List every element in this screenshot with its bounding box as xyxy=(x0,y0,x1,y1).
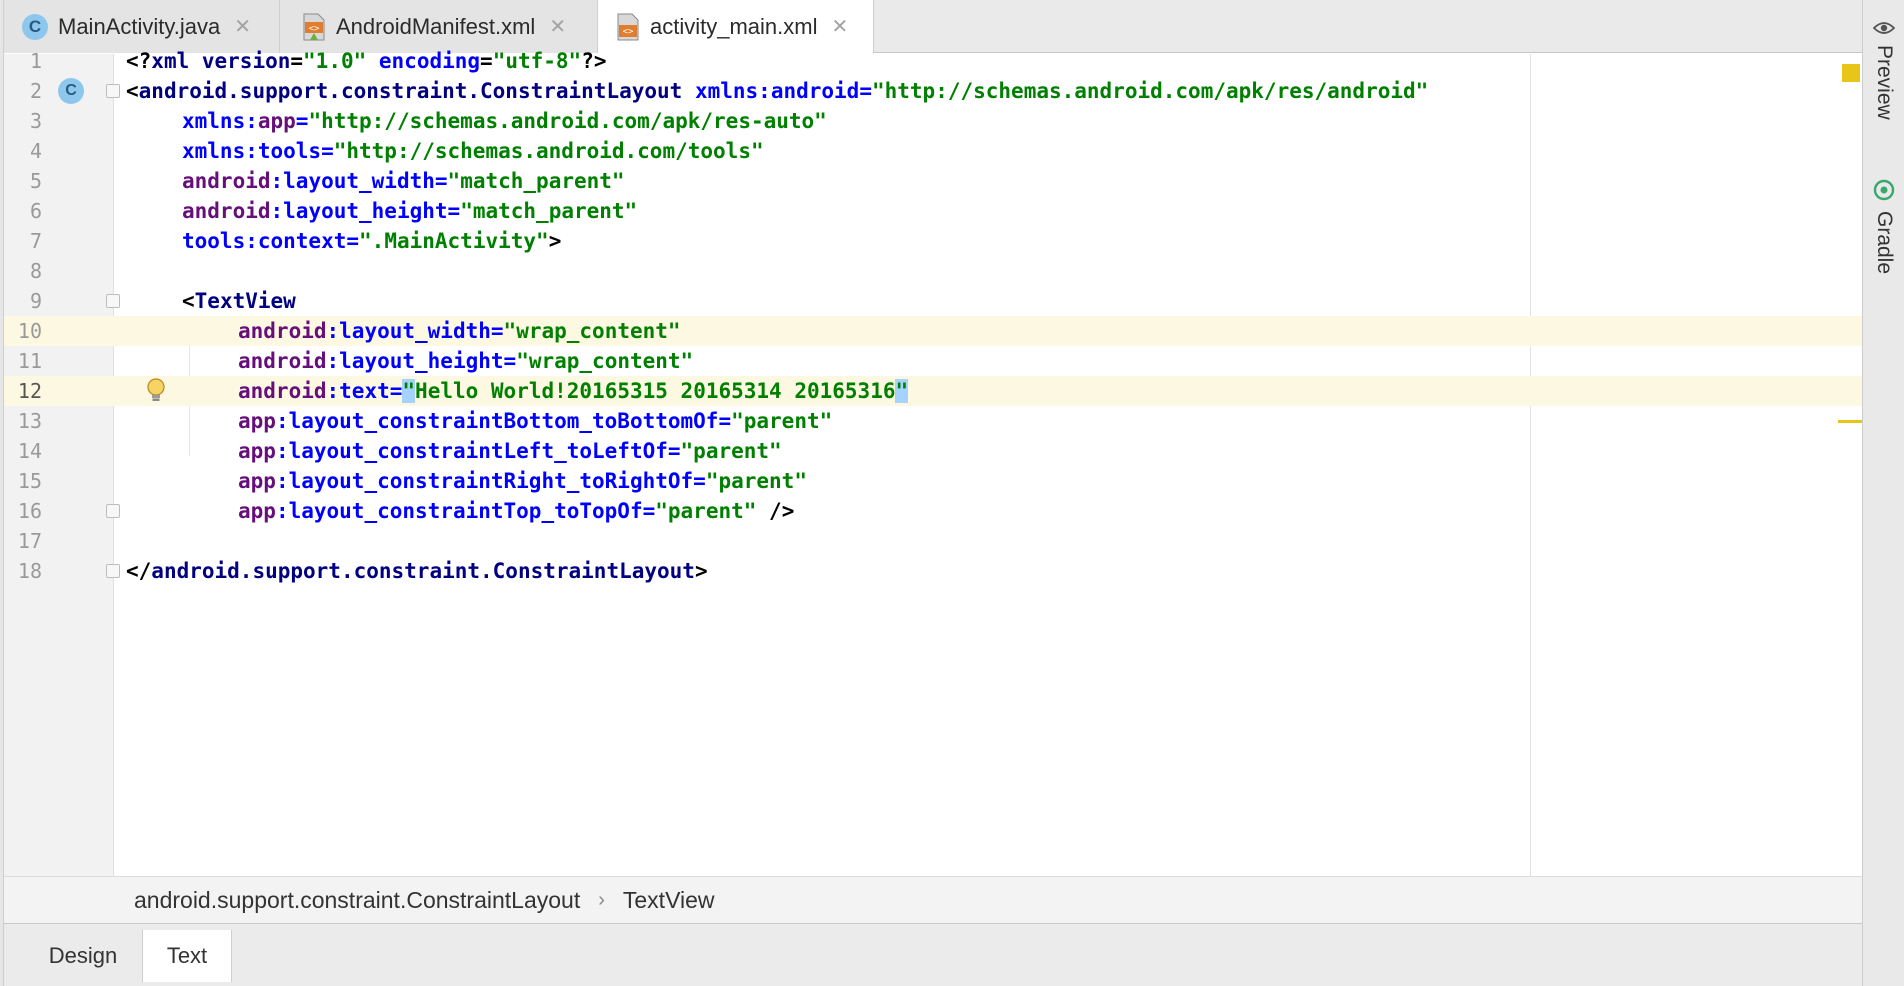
code-text: android:layout_width="match_parent" xyxy=(182,169,625,193)
code-text: <android.support.constraint.ConstraintLa… xyxy=(126,79,1429,103)
line-number: 18 xyxy=(17,559,42,583)
line-number: 11 xyxy=(17,349,42,373)
code-text: app:layout_constraintRight_toRightOf="pa… xyxy=(238,469,807,493)
code-line: 4 xmlns:tools="http://schemas.android.co… xyxy=(4,136,1862,166)
eye-icon xyxy=(1872,20,1896,41)
svg-text:<>: <> xyxy=(309,24,320,34)
tab-label: AndroidManifest.xml xyxy=(336,13,536,39)
code-text: app:layout_constraintBottom_toBottomOf="… xyxy=(238,409,833,433)
line-number: 1 xyxy=(29,49,42,73)
manifest-file-icon: <> xyxy=(302,13,326,41)
code-line: 16 app:layout_constraintTop_toTopOf="par… xyxy=(4,496,1862,526)
breadcrumb-item-constraint-layout[interactable]: android.support.constraint.ConstraintLay… xyxy=(134,887,580,914)
line-number: 17 xyxy=(17,529,42,553)
close-tab-icon[interactable]: ✕ xyxy=(549,14,566,39)
fold-end-marker-icon[interactable] xyxy=(106,564,120,578)
code-text: tools:context=".MainActivity"> xyxy=(182,229,562,253)
code-text: app:layout_constraintLeft_toLeftOf="pare… xyxy=(238,439,782,463)
tab-design[interactable]: Design xyxy=(24,930,142,982)
code-text: xmlns:app="http://schemas.android.com/ap… xyxy=(182,109,827,133)
line-number: 6 xyxy=(29,199,42,223)
code-text: app:layout_constraintTop_toTopOf="parent… xyxy=(238,499,795,523)
intention-lightbulb-icon[interactable] xyxy=(145,376,167,406)
line-number: 7 xyxy=(29,229,42,253)
code-line: 2 C <android.support.constraint.Constrai… xyxy=(4,76,1862,106)
code-text: </android.support.constraint.ConstraintL… xyxy=(126,559,708,583)
code-line: 1 <?xml version="1.0" encoding="utf-8"?> xyxy=(4,46,1862,76)
code-line: 10 android:layout_width="wrap_content" xyxy=(4,316,1862,346)
code-text: android:layout_width="wrap_content" xyxy=(238,319,681,343)
code-line: 3 xmlns:app="http://schemas.android.com/… xyxy=(4,106,1862,136)
preview-tool-button[interactable]: Preview xyxy=(1867,20,1901,120)
code-editor[interactable]: 1 <?xml version="1.0" encoding="utf-8"?>… xyxy=(4,49,1862,876)
line-number: 15 xyxy=(17,469,42,493)
breadcrumb-item-textview[interactable]: TextView xyxy=(623,887,715,914)
line-number: 8 xyxy=(29,259,42,283)
gradle-icon xyxy=(1872,178,1896,207)
tab-label: activity_main.xml xyxy=(650,13,818,39)
code-line: 14 app:layout_constraintLeft_toLeftOf="p… xyxy=(4,436,1862,466)
line-number: 10 xyxy=(17,319,42,343)
code-text: android:text="Hello World!20165315 20165… xyxy=(238,379,909,403)
code-line: 11 android:layout_height="wrap_content" xyxy=(4,346,1862,376)
related-class-gutter-icon[interactable]: C xyxy=(58,78,84,104)
fold-end-marker-icon[interactable] xyxy=(106,504,120,518)
code-line: 9 <TextView xyxy=(4,286,1862,316)
code-text: android:layout_height="wrap_content" xyxy=(238,349,694,373)
fold-marker-icon[interactable] xyxy=(106,84,120,98)
line-number: 5 xyxy=(29,169,42,193)
right-tool-window-strip: Preview Gradle xyxy=(1862,0,1904,986)
line-number: 14 xyxy=(17,439,42,463)
line-number: 4 xyxy=(29,139,42,163)
code-line: 17 xyxy=(4,526,1862,556)
code-line: 5 android:layout_width="match_parent" xyxy=(4,166,1862,196)
code-text: <TextView xyxy=(182,289,296,313)
gradle-label: Gradle xyxy=(1873,211,1896,275)
svg-text:<>: <> xyxy=(623,27,634,37)
layout-xml-icon: <> xyxy=(616,13,640,41)
preview-label: Preview xyxy=(1873,45,1896,120)
close-tab-icon[interactable]: ✕ xyxy=(831,14,848,39)
line-number: 12 xyxy=(17,379,42,403)
code-text: xmlns:tools="http://schemas.android.com/… xyxy=(182,139,764,163)
line-number: 9 xyxy=(29,289,42,313)
gradle-tool-button[interactable]: Gradle xyxy=(1867,178,1901,274)
code-line: 8 xyxy=(4,256,1862,286)
code-line-current: 12 android:text="Hello World!20165315 20… xyxy=(4,376,1862,406)
code-line: 13 app:layout_constraintBottom_toBottomO… xyxy=(4,406,1862,436)
line-number: 16 xyxy=(17,499,42,523)
fold-marker-icon[interactable] xyxy=(106,294,120,308)
editor-mode-tabs: Design Text xyxy=(4,924,1862,986)
code-line: 18 </android.support.constraint.Constrai… xyxy=(4,556,1862,586)
line-number: 3 xyxy=(29,109,42,133)
code-line: 15 app:layout_constraintRight_toRightOf=… xyxy=(4,466,1862,496)
breadcrumb: android.support.constraint.ConstraintLay… xyxy=(4,876,1862,924)
breadcrumb-separator-icon: › xyxy=(598,888,605,911)
code-text: android:layout_height="match_parent" xyxy=(182,199,638,223)
code-line: 7 tools:context=".MainActivity"> xyxy=(4,226,1862,256)
tab-label: MainActivity.java xyxy=(58,13,221,39)
code-text: <?xml version="1.0" encoding="utf-8"?> xyxy=(126,49,607,73)
code-line: 6 android:layout_height="match_parent" xyxy=(4,196,1862,226)
java-class-icon: C xyxy=(22,13,48,40)
tab-text[interactable]: Text xyxy=(142,930,232,982)
line-number: 13 xyxy=(17,409,42,433)
close-tab-icon[interactable]: ✕ xyxy=(234,14,251,39)
line-number: 2 xyxy=(29,79,42,103)
